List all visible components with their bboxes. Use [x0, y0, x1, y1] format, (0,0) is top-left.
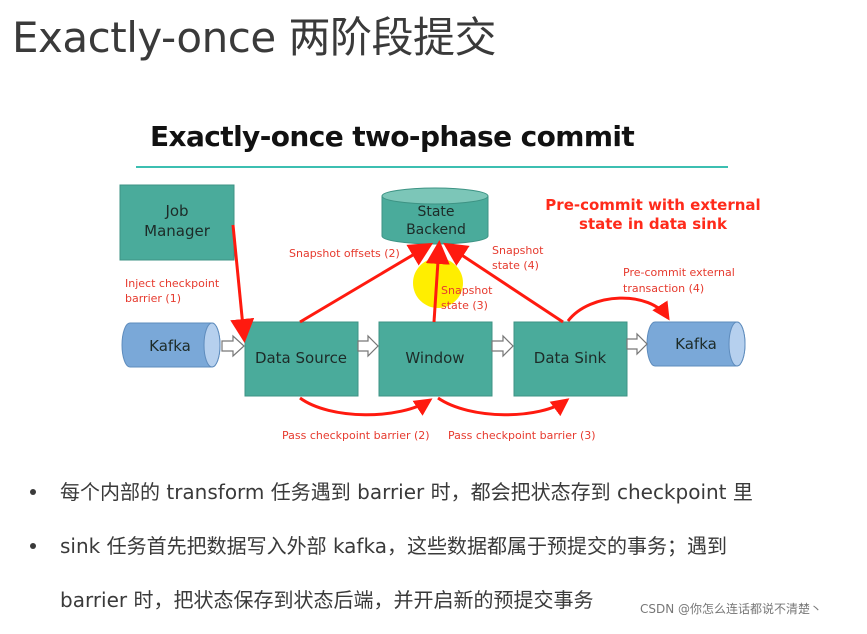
window-node: Window [378, 321, 493, 397]
bullet-text: 每个内部的 transform 任务遇到 barrier 时，都会把状态存到 c… [60, 480, 753, 504]
bullet-dot-icon [30, 543, 36, 549]
window-label: Window [405, 349, 464, 367]
job-manager-label-2: Manager [144, 222, 211, 240]
label-inject-barrier-2: barrier (1) [125, 292, 181, 305]
label-inject-barrier-1: Inject checkpoint [125, 277, 220, 290]
data-sink-node: Data Sink [513, 321, 628, 397]
label-snapshot-state-3-line-2: state (3) [441, 299, 488, 312]
data-sink-label: Data Sink [534, 349, 607, 367]
arrow-pass-barrier-2 [299, 396, 433, 417]
flow-arrow-sink-to-kafka [626, 332, 648, 356]
job-manager-node: Job Manager [119, 184, 235, 261]
state-backend-label-2: Backend [406, 222, 466, 238]
flow-arrow-source-to-window [357, 334, 379, 358]
flow-arrow-window-to-sink [491, 334, 514, 358]
label-precommit-line-2: transaction (4) [623, 282, 704, 295]
kafka-sink-node: Kafka [646, 321, 746, 367]
label-snapshot-offsets: Snapshot offsets (2) [289, 247, 400, 260]
headline-line-2: state in data sink [579, 215, 728, 233]
bullet-text-continuation: barrier 时，把状态保存到状态后端，并开启新的预提交事务 [60, 588, 594, 612]
kafka-source-label: Kafka [149, 337, 191, 355]
bullet-item: sink 任务首先把数据写入外部 kafka，这些数据都属于预提交的事务；遇到 [30, 526, 850, 580]
label-snapshot-state-4-line-1: Snapshot [492, 244, 544, 257]
label-precommit-line-1: Pre-commit external [623, 266, 735, 279]
data-source-node: Data Source [244, 321, 359, 397]
bullet-text: sink 任务首先把数据写入外部 kafka，这些数据都属于预提交的事务；遇到 [60, 534, 727, 558]
job-manager-label-1: Job [164, 202, 188, 220]
state-backend-node: State Backend [381, 187, 489, 245]
watermark: CSDN @你怎么连话都说不清楚丶 [640, 602, 823, 616]
arrow-inject-barrier [230, 224, 255, 343]
data-source-label: Data Source [255, 349, 347, 367]
bullet-item: 每个内部的 transform 任务遇到 barrier 时，都会把状态存到 c… [30, 472, 850, 526]
headline-line-1: Pre-commit with external [545, 196, 760, 214]
label-snapshot-state-3-line-1: Snapshot [441, 284, 493, 297]
label-snapshot-state-4-line-2: state (4) [492, 259, 539, 272]
kafka-sink-label: Kafka [675, 335, 717, 353]
arrow-pass-barrier-3 [437, 396, 570, 417]
bullet-dot-icon [30, 489, 36, 495]
flow-arrow-kafka-to-source [221, 334, 245, 358]
arrow-precommit-transaction [566, 296, 670, 322]
kafka-source-node: Kafka [121, 322, 221, 368]
label-pass-barrier-3: Pass checkpoint barrier (3) [448, 429, 596, 442]
label-pass-barrier-2: Pass checkpoint barrier (2) [282, 429, 430, 442]
state-backend-label-1: State [417, 204, 454, 220]
